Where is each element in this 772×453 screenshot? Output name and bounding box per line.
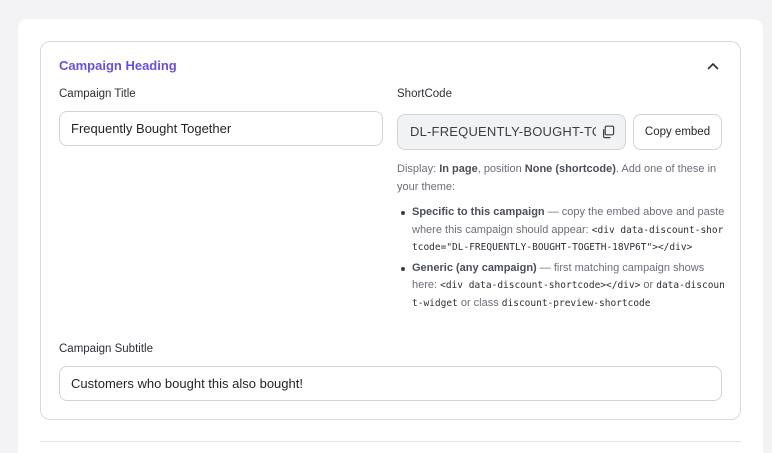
campaign-subtitle-label: Campaign Subtitle bbox=[59, 343, 153, 355]
shortcode-field[interactable]: DL-FREQUENTLY-BOUGHT-TOGETH-18VP6T bbox=[397, 114, 626, 150]
embed-options-list: Specific to this campaign — copy the emb… bbox=[397, 204, 727, 315]
list-item-specific: Specific to this campaign — copy the emb… bbox=[397, 204, 727, 257]
chevron-up-icon[interactable] bbox=[705, 58, 721, 74]
display-info: Display: In page, position None (shortco… bbox=[397, 160, 725, 196]
section-divider bbox=[40, 441, 741, 442]
shortcode-label: ShortCode bbox=[397, 88, 452, 100]
display-position: None (shortcode) bbox=[524, 163, 616, 175]
display-mode: In page bbox=[439, 163, 478, 175]
list-item-generic: Generic (any campaign) — first matching … bbox=[397, 260, 727, 313]
display-mid: , position bbox=[477, 163, 525, 175]
campaign-subtitle-input[interactable]: Customers who bought this also bought! bbox=[59, 366, 722, 401]
copy-icon[interactable] bbox=[601, 125, 615, 139]
section-title: Campaign Heading bbox=[59, 58, 177, 73]
shortcode-value: DL-FREQUENTLY-BOUGHT-TOGETH-18VP6T bbox=[410, 124, 596, 139]
campaign-heading-card: Campaign Heading Campaign Title Frequent… bbox=[40, 41, 741, 420]
class-name-code[interactable]: discount-preview-shortcode bbox=[502, 298, 651, 309]
campaign-title-input[interactable]: Frequently Bought Together bbox=[59, 111, 383, 146]
bullet-title: Generic (any campaign) bbox=[412, 261, 537, 274]
embed-code-generic[interactable]: <div data-discount-shortcode></div> bbox=[440, 280, 640, 291]
bullet-title: Specific to this campaign bbox=[412, 206, 545, 218]
copy-embed-button[interactable]: Copy embed bbox=[633, 114, 722, 150]
bullet-or-class: or class bbox=[457, 296, 502, 309]
campaign-title-label: Campaign Title bbox=[59, 88, 136, 100]
bullet-or: or bbox=[640, 279, 657, 291]
display-prefix: Display: bbox=[397, 163, 440, 175]
